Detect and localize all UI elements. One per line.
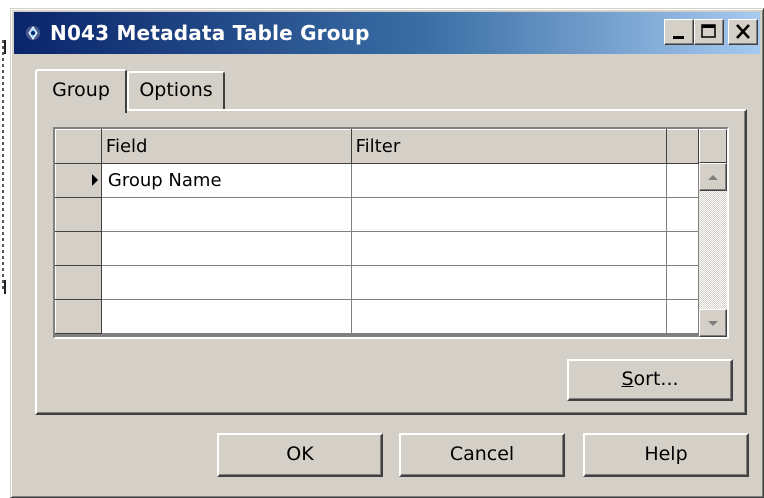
help-button[interactable]: Help bbox=[583, 433, 749, 477]
extra-cell[interactable] bbox=[666, 163, 700, 198]
scroll-down-arrow-icon bbox=[708, 321, 718, 326]
cancel-label: Cancel bbox=[449, 443, 515, 465]
close-icon bbox=[736, 24, 750, 39]
row-selector[interactable] bbox=[55, 163, 102, 198]
tab-options[interactable]: Options bbox=[127, 71, 225, 109]
sort-button[interactable]: Sort... bbox=[567, 359, 733, 401]
group-tab-panel: Field Filter Group Name Sort... bbox=[35, 109, 747, 415]
table-row[interactable] bbox=[55, 299, 727, 334]
close-button[interactable] bbox=[728, 19, 758, 45]
tab-group-label: Group bbox=[52, 79, 110, 101]
table-row[interactable] bbox=[55, 265, 727, 300]
maximize-icon bbox=[701, 24, 716, 38]
column-header-filter[interactable]: Filter bbox=[350, 129, 668, 164]
filter-cell[interactable] bbox=[351, 231, 668, 266]
table-row[interactable] bbox=[55, 231, 727, 266]
background-edge-mark bbox=[4, 280, 6, 294]
sort-label: ort... bbox=[633, 368, 679, 390]
column-header-blank[interactable] bbox=[666, 129, 700, 164]
extra-cell[interactable] bbox=[666, 197, 700, 232]
row-selector[interactable] bbox=[55, 299, 102, 334]
scroll-down-button[interactable] bbox=[699, 309, 727, 337]
scroll-up-arrow-icon bbox=[708, 175, 718, 180]
cancel-button[interactable]: Cancel bbox=[399, 433, 565, 477]
minimize-button[interactable] bbox=[664, 19, 694, 45]
current-row-arrow-icon bbox=[92, 174, 98, 186]
field-cell[interactable] bbox=[101, 299, 352, 334]
field-filter-grid: Field Filter Group Name bbox=[53, 127, 729, 339]
grid-table: Field Filter Group Name bbox=[55, 129, 727, 334]
extra-cell[interactable] bbox=[666, 231, 700, 266]
field-cell[interactable] bbox=[101, 265, 352, 300]
title-bar[interactable]: N043 Metadata Table Group bbox=[14, 12, 760, 54]
column-header-field[interactable]: Field bbox=[100, 129, 352, 164]
help-label: Help bbox=[644, 443, 688, 465]
header-corner bbox=[699, 129, 727, 163]
background-dotted-edge bbox=[2, 40, 4, 290]
filter-cell[interactable] bbox=[351, 265, 668, 300]
nav-diamond-icon bbox=[26, 26, 40, 40]
tab-group[interactable]: Group bbox=[35, 69, 127, 113]
tab-options-label: Options bbox=[139, 79, 213, 101]
extra-cell[interactable] bbox=[666, 265, 700, 300]
field-cell[interactable] bbox=[101, 231, 352, 266]
extra-cell[interactable] bbox=[666, 299, 700, 334]
table-row[interactable]: Group Name bbox=[55, 163, 727, 198]
window-title: N043 Metadata Table Group bbox=[50, 21, 370, 45]
ok-label: OK bbox=[286, 443, 314, 465]
table-row[interactable] bbox=[55, 197, 727, 232]
row-selector-header bbox=[55, 129, 102, 164]
row-selector[interactable] bbox=[55, 265, 102, 300]
row-selector[interactable] bbox=[55, 197, 102, 232]
minimize-icon bbox=[673, 36, 684, 39]
maximize-button[interactable] bbox=[694, 19, 724, 45]
dialog-window: N043 Metadata Table Group Group Options bbox=[10, 8, 764, 498]
vertical-scrollbar[interactable] bbox=[699, 163, 727, 337]
filter-cell[interactable] bbox=[351, 197, 668, 232]
scroll-up-button[interactable] bbox=[699, 163, 727, 191]
grid-header-row: Field Filter bbox=[55, 129, 727, 164]
field-cell[interactable] bbox=[101, 197, 352, 232]
field-cell[interactable]: Group Name bbox=[101, 163, 352, 198]
filter-cell[interactable] bbox=[351, 299, 668, 334]
filter-cell[interactable] bbox=[351, 163, 668, 198]
ok-button[interactable]: OK bbox=[217, 433, 383, 477]
sort-accelerator: S bbox=[621, 368, 634, 390]
background-edge-mark bbox=[4, 40, 6, 54]
row-selector[interactable] bbox=[55, 231, 102, 266]
